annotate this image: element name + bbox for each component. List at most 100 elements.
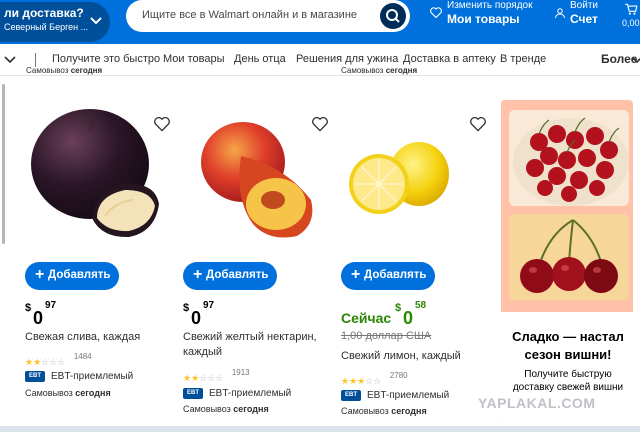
- price-cents: 97: [45, 300, 57, 311]
- pickup-prefix: Самовывоз: [341, 406, 389, 416]
- rating: ★★★☆☆ 2780: [341, 371, 408, 386]
- add-label: Добавлять: [364, 269, 427, 281]
- star-empty-icon: ☆☆☆: [199, 373, 224, 383]
- pickup-delivery-selector[interactable]: ли доставка? Северный Берген ...: [0, 2, 110, 42]
- os-taskbar: [0, 426, 640, 432]
- add-label: Добавлять: [48, 269, 111, 281]
- review-count: 2780: [389, 371, 408, 380]
- account-label: Счет: [570, 12, 598, 26]
- product-card-lemon[interactable]: + Добавлять Сейчас $ 0 58 1,00 доллар СШ…: [341, 98, 491, 424]
- chevron-down-icon: [90, 17, 102, 25]
- price-dollars: 0: [33, 308, 44, 328]
- plus-icon: +: [351, 266, 361, 283]
- reorder-my-items[interactable]: Изменить порядок Мои товары: [430, 0, 550, 32]
- pickup-day: сегодня: [391, 406, 427, 416]
- rating: ★★☆☆☆ 1913: [183, 368, 250, 383]
- ebt-badge-icon: EBT: [341, 390, 361, 402]
- pickup-day: сегодня: [233, 404, 269, 414]
- favorite-heart-icon[interactable]: [469, 116, 487, 132]
- cart-amount: 0,00: [622, 18, 640, 28]
- pickup-question: ли доставка?: [4, 6, 84, 20]
- search-button[interactable]: [380, 3, 406, 29]
- departments-chevron-icon[interactable]: [4, 55, 16, 65]
- nav-item-my-items[interactable]: Мои товары: [163, 53, 225, 65]
- promo-subtitle: Получите быструю доставку свежей вишни: [512, 369, 624, 393]
- reorder-label: Изменить порядок: [447, 0, 533, 11]
- heart-icon: [430, 7, 442, 18]
- account-sign-in[interactable]: Войти Счет: [553, 0, 613, 32]
- cherry-bowl-image: [509, 110, 629, 206]
- star-filled-icon: ★★★: [341, 376, 366, 386]
- add-to-cart-button[interactable]: + Добавлять: [341, 262, 435, 290]
- currency-symbol: $: [25, 302, 32, 314]
- watermark: YAPLAKAL.COM: [478, 395, 596, 411]
- star-filled-icon: ★★: [183, 373, 200, 383]
- ebt-eligible: EBT EBT-приемлемый: [183, 385, 292, 400]
- add-to-cart-button[interactable]: + Добавлять: [183, 262, 277, 290]
- pickup-today: сегодня: [385, 66, 418, 75]
- product-title[interactable]: Свежий желтый нектарин, каждый: [183, 330, 333, 360]
- sign-in-label: Войти: [570, 0, 598, 11]
- nav-item-fathers-day[interactable]: День отца: [234, 53, 286, 65]
- pickup-prefix: Самовывоз: [341, 66, 384, 75]
- ebt-badge-icon: EBT: [25, 371, 45, 383]
- plus-icon: +: [35, 266, 45, 283]
- search-input[interactable]: Ищите все в Walmart онлайн и в магазине: [142, 9, 357, 21]
- top-header: ли доставка? Северный Берген ... Ищите в…: [0, 0, 640, 44]
- promo-title: Сладко — настал сезон вишни!: [512, 329, 624, 362]
- ebt-badge-icon: EBT: [183, 388, 203, 400]
- ebt-label: EBT-приемлемый: [209, 388, 292, 400]
- product-card-plum[interactable]: + Добавлять $ 0 97 Свежая слива, каждая …: [25, 98, 175, 424]
- nav-item-get-it-fast[interactable]: Получите это быстро: [52, 53, 160, 65]
- pickup-info: Самовывоз сегодня: [183, 404, 269, 414]
- sale-now-label: Сейчас: [341, 310, 392, 326]
- cart-icon: [625, 3, 638, 15]
- add-to-cart-button[interactable]: + Добавлять: [25, 262, 119, 290]
- nav-divider: [35, 53, 36, 67]
- cart-button[interactable]: 0,00: [620, 0, 640, 32]
- currency-symbol: $: [395, 302, 402, 314]
- pickup-day: сегодня: [75, 388, 111, 398]
- star-empty-icon: ☆☆: [365, 376, 382, 386]
- cherry-season-promo[interactable]: Сладко — настал сезон вишни! Получите бы…: [501, 100, 633, 424]
- ebt-eligible: EBT EBT-приемлемый: [341, 387, 450, 402]
- pickup-today: сегодня: [70, 66, 103, 75]
- star-empty-icon: ☆☆☆: [41, 357, 66, 367]
- my-items-label: Мои товары: [447, 12, 520, 26]
- pickup-prefix: Самовывоз: [26, 66, 69, 75]
- ebt-label: EBT-приемлемый: [367, 390, 450, 402]
- cherries-image: [509, 214, 629, 300]
- plus-icon: +: [193, 266, 203, 283]
- previous-row-pickup: Самовывоз сегодня: [26, 66, 102, 75]
- page-scrollbar[interactable]: [2, 84, 5, 244]
- price-cents: 58: [415, 300, 427, 311]
- product-title[interactable]: Свежая слива, каждая: [25, 330, 175, 345]
- currency-symbol: $: [183, 302, 190, 314]
- nav-item-dinner-solutions[interactable]: Решения для ужина: [296, 53, 398, 65]
- search-bar[interactable]: Ищите все в Walmart онлайн и в магазине: [126, 0, 410, 32]
- favorite-heart-icon[interactable]: [311, 116, 329, 132]
- price-cents: 97: [203, 300, 215, 311]
- previous-row-pickup: Самовывоз сегодня: [341, 66, 417, 75]
- pickup-address: Северный Берген ...: [4, 22, 89, 32]
- review-count: 1484: [73, 352, 92, 361]
- was-price: 1,00 доллар США: [341, 330, 432, 342]
- user-icon: [555, 8, 565, 19]
- ebt-eligible: EBT EBT-приемлемый: [25, 368, 134, 383]
- product-card-nectarine[interactable]: + Добавлять $ 0 97 Свежий желтый нектари…: [183, 98, 333, 424]
- price-dollars: 0: [191, 308, 202, 328]
- pickup-prefix: Самовывоз: [25, 388, 73, 398]
- product-title[interactable]: Свежий лимон, каждый: [341, 349, 491, 364]
- pickup-info: Самовывоз сегодня: [25, 388, 111, 398]
- pickup-prefix: Самовывоз: [183, 404, 231, 414]
- chevron-down-icon: [632, 57, 640, 64]
- ebt-label: EBT-приемлемый: [51, 371, 134, 383]
- review-count: 1913: [231, 368, 250, 377]
- pickup-info: Самовывоз сегодня: [341, 406, 427, 416]
- nav-item-pharmacy-delivery[interactable]: Доставка в аптеку: [403, 53, 496, 65]
- favorite-heart-icon[interactable]: [153, 116, 171, 132]
- nav-item-trending[interactable]: В тренде: [500, 53, 546, 65]
- search-icon: [386, 9, 400, 23]
- star-filled-icon: ★★: [25, 357, 42, 367]
- rating: ★★☆☆☆ 1484: [25, 352, 92, 367]
